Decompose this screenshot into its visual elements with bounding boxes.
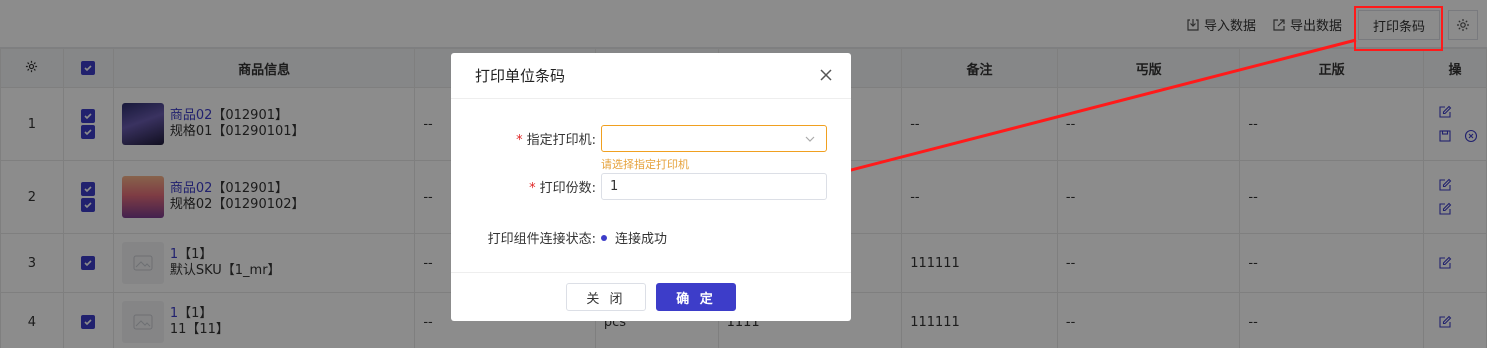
print-barcode-dialog: 打印单位条码 * 指定打印机: 请选择指定打印机 * 打印份数: 1 打印组件连接状… <box>451 53 851 321</box>
copies-input[interactable]: 1 <box>601 173 827 200</box>
copies-label: 打印份数: <box>539 181 596 196</box>
annotation-highlight-box <box>1354 6 1443 51</box>
dialog-footer: 关 闭 确 定 <box>451 272 851 321</box>
status-dot-icon <box>601 234 607 241</box>
chevron-down-icon <box>805 136 815 142</box>
printer-select[interactable] <box>601 125 827 152</box>
dialog-title: 打印单位条码 <box>475 67 566 85</box>
status-value: 连接成功 <box>615 232 668 247</box>
printer-row: * 指定打印机: <box>451 125 827 152</box>
status-label: 打印组件连接状态: <box>487 232 596 247</box>
required-mark: * <box>529 181 536 196</box>
required-mark: * <box>516 133 523 148</box>
close-icon[interactable] <box>817 66 835 84</box>
close-button[interactable]: 关 闭 <box>566 283 646 311</box>
printer-error-text: 请选择指定打印机 <box>601 158 689 171</box>
confirm-button[interactable]: 确 定 <box>656 283 736 311</box>
copies-row: * 打印份数: 1 <box>451 173 827 200</box>
dialog-header: 打印单位条码 <box>451 53 851 99</box>
status-row: 打印组件连接状态: 连接成功 <box>451 228 667 247</box>
printer-label: 指定打印机: <box>526 133 596 148</box>
